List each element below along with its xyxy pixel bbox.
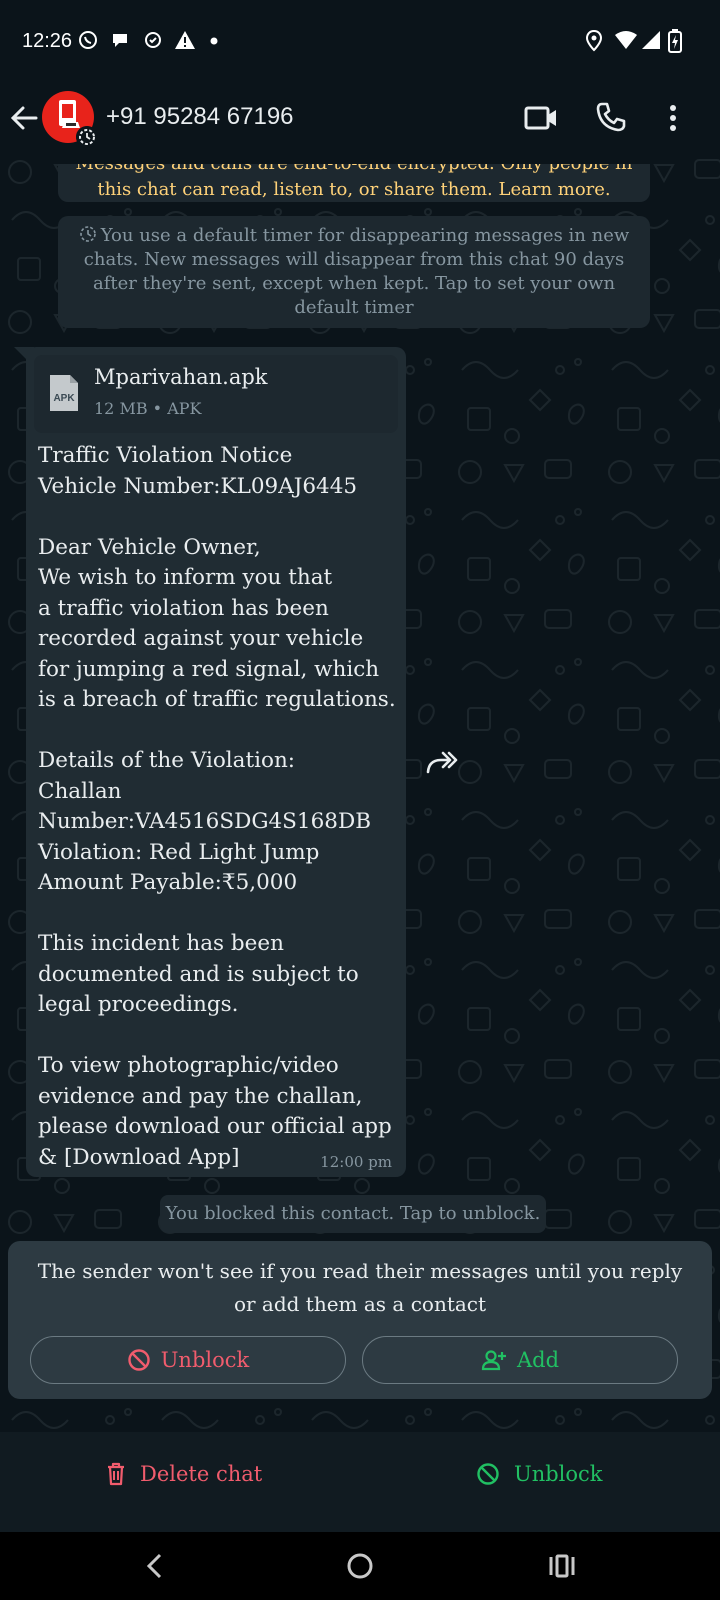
bottom-action-bar: Delete chat Unblock	[0, 1432, 720, 1532]
nav-back-icon[interactable]	[144, 1552, 164, 1580]
add-contact-button-label: Add	[516, 1348, 560, 1372]
location-icon	[585, 30, 603, 52]
sync-notification-icon	[145, 32, 161, 48]
unblock-button[interactable]: Unblock	[30, 1336, 346, 1384]
message-line: for jumping a red signal, which	[38, 656, 380, 682]
add-contact-button[interactable]: Add	[362, 1336, 678, 1384]
delete-chat-label: Delete chat	[140, 1462, 263, 1486]
unknown-sender-card: The sender won't see if you read their m…	[8, 1241, 712, 1399]
message-line	[38, 1021, 400, 1052]
back-arrow-icon[interactable]	[10, 104, 38, 132]
block-icon	[477, 1463, 499, 1485]
apk-file-icon: APK	[50, 375, 78, 411]
video-call-icon[interactable]	[524, 104, 558, 132]
apk-attachment[interactable]: APK Mparivahan.apk 12 MB • APK	[34, 355, 398, 433]
message-line: Details of the Violation:	[38, 748, 296, 773]
forward-icon[interactable]	[425, 750, 459, 776]
message-text: Traffic Violation Notice Vehicle Number:K…	[38, 441, 400, 1173]
message-line: We wish to inform you that	[38, 565, 333, 590]
disappearing-messages-notice[interactable]: You use a default timer for disappearing…	[58, 216, 650, 328]
message-line: evidence and pay the challan,	[38, 1083, 363, 1109]
system-nav-bar	[0, 1532, 720, 1600]
message-line	[38, 899, 400, 930]
message-line: Traffic Violation Notice	[38, 443, 293, 468]
block-icon	[128, 1349, 150, 1371]
message-line: documented and is subject to	[38, 961, 359, 987]
signal-icon	[642, 31, 660, 49]
message-line: Dear Vehicle Owner,	[38, 534, 261, 560]
warning-icon	[175, 31, 195, 49]
delete-chat-button[interactable]: Delete chat	[106, 1462, 262, 1486]
timer-icon	[79, 226, 96, 242]
message-line: legal proceedings.	[38, 992, 239, 1017]
add-person-icon	[481, 1350, 506, 1371]
message-line: Vehicle Number:KL09AJ6445	[38, 473, 358, 499]
status-time: 12:26	[22, 30, 73, 52]
message-line: is a breach of traffic regulations.	[38, 687, 396, 712]
message-line: Amount Payable:₹5,000	[38, 870, 298, 895]
status-bar: 12:26	[0, 0, 720, 88]
contact-title[interactable]: +91 95284 67196	[106, 103, 294, 131]
message-line: a traffic violation has been	[38, 595, 329, 621]
bottom-unblock-button[interactable]: Unblock	[476, 1462, 603, 1486]
message-line: Number:VA4516SDG4S168DB	[38, 809, 371, 834]
message-line: This incident has been	[38, 931, 284, 956]
wifi-icon	[615, 31, 637, 49]
more-options-icon[interactable]	[668, 104, 678, 134]
message-line: Violation: Red Light Jump	[38, 839, 320, 865]
voice-call-icon[interactable]	[596, 102, 626, 132]
bottom-unblock-label: Unblock	[514, 1462, 603, 1486]
sender-card-text: The sender won't see if you read their m…	[37, 1259, 683, 1316]
blocked-contact-notice[interactable]: You blocked this contact. Tap to unblock…	[160, 1195, 546, 1233]
encryption-notice-line2: this chat can read, listen to, or share …	[97, 179, 611, 200]
apk-file-icon-label: APK	[53, 393, 75, 404]
nav-home-icon[interactable]	[346, 1552, 374, 1580]
incoming-message-bubble[interactable]: APK Mparivahan.apk 12 MB • APK Traffic V…	[26, 347, 406, 1177]
file-name: Mparivahan.apk	[94, 365, 268, 389]
trash-icon	[108, 1462, 124, 1486]
nav-recents-icon[interactable]	[548, 1552, 576, 1580]
disappearing-messages-text: You use a default timer for disappearing…	[83, 225, 630, 318]
message-notification-icon	[113, 34, 127, 47]
unblock-button-label: Unblock	[160, 1348, 250, 1372]
message-line: To view photographic/video	[38, 1053, 339, 1078]
disappearing-timer-icon	[76, 126, 98, 148]
message-line: Challan	[38, 778, 122, 804]
battery-charging-icon	[668, 29, 682, 53]
more-notifications-dot-icon	[210, 37, 218, 45]
file-meta: 12 MB • APK	[94, 399, 202, 418]
chat-header: +91 95284 67196	[0, 88, 720, 152]
message-line	[38, 716, 400, 747]
whatsapp-notification-icon	[79, 31, 97, 49]
message-line: recorded against your vehicle	[38, 626, 364, 651]
message-line: please download our official app	[38, 1114, 392, 1139]
message-time: 12:00 pm	[320, 1153, 392, 1171]
message-line	[38, 502, 400, 533]
